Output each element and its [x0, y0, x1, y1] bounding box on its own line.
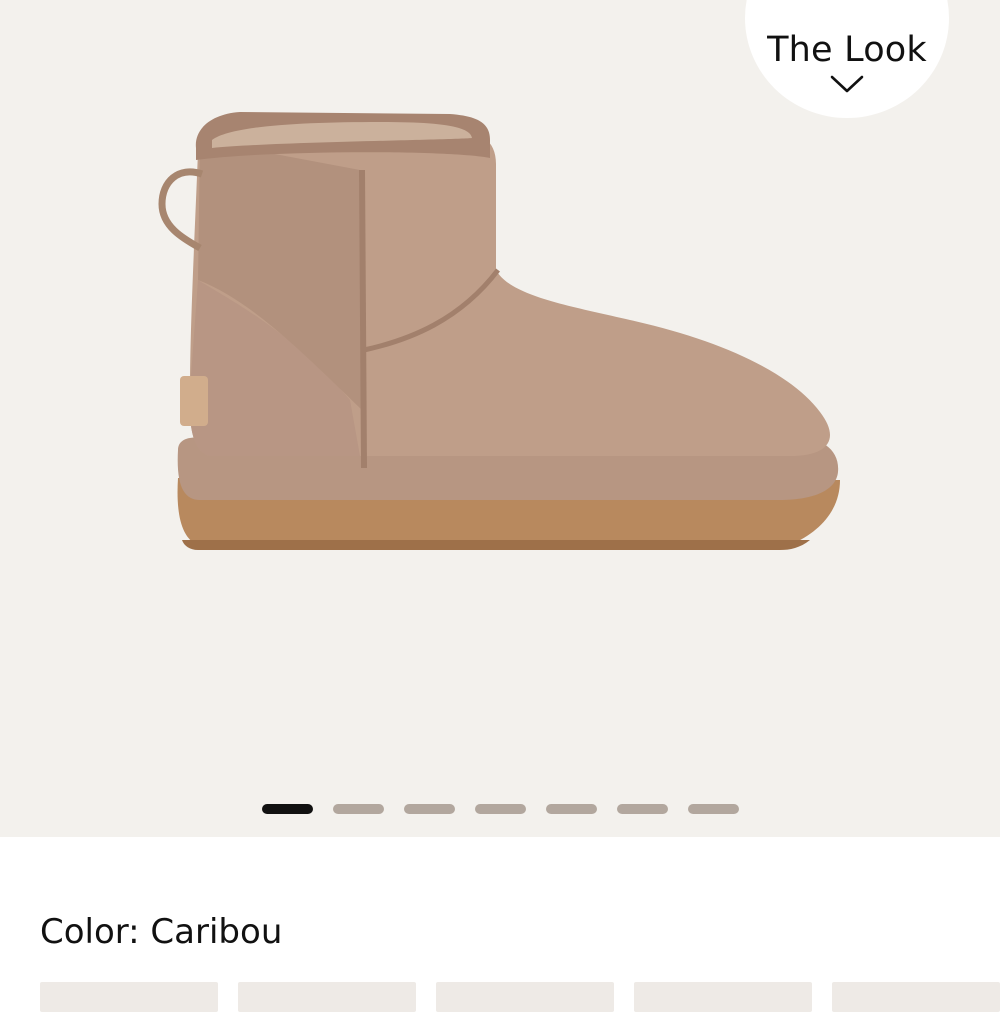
- color-swatch[interactable]: [436, 982, 614, 1012]
- carousel-dot-5[interactable]: [546, 804, 597, 814]
- chevron-down-icon: [830, 75, 864, 93]
- carousel-dot-1[interactable]: [262, 804, 313, 814]
- color-swatch[interactable]: [40, 982, 218, 1012]
- shop-the-look-label: The Look: [767, 30, 927, 70]
- color-swatch[interactable]: [832, 982, 1000, 1012]
- carousel-dot-4[interactable]: [475, 804, 526, 814]
- product-image-boot: [158, 112, 840, 550]
- color-label: Color: Caribou: [40, 912, 283, 952]
- carousel-dot-6[interactable]: [617, 804, 668, 814]
- product-gallery[interactable]: p The Look: [0, 0, 1000, 837]
- carousel-pagination: [262, 804, 742, 816]
- carousel-dot-2[interactable]: [333, 804, 384, 814]
- carousel-dot-7[interactable]: [688, 804, 739, 814]
- color-swatch-list: [0, 982, 1000, 1012]
- color-swatch[interactable]: [634, 982, 812, 1012]
- color-swatch[interactable]: [238, 982, 416, 1012]
- carousel-dot-3[interactable]: [404, 804, 455, 814]
